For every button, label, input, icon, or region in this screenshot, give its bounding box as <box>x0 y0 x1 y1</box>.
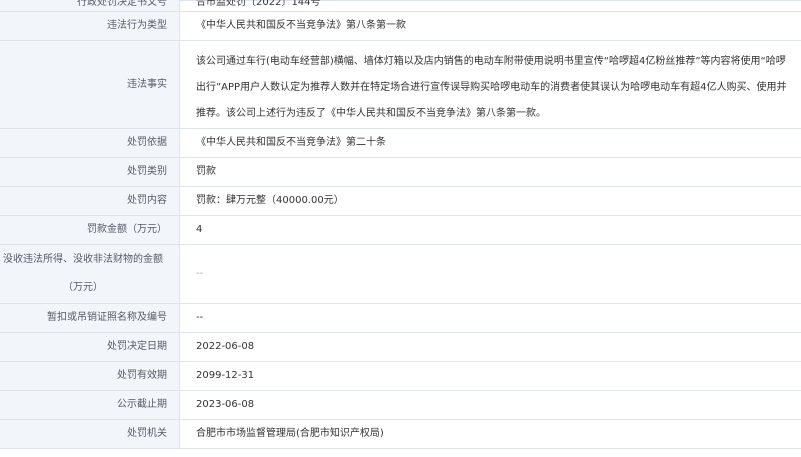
row-value: 该公司通过车行(电动车经营部)横幅、墙体灯箱以及店内销售的电动车附带使用说明书里… <box>196 56 787 119</box>
table-row: 罚款金额（万元） 4 <box>0 216 801 245</box>
row-label: 处罚类别 <box>0 158 180 186</box>
row-value: 合肥市市场监督管理局(合肥市知识产权局) <box>196 428 384 439</box>
table-row: 没收违法所得、没收非法财物的金额 （万元） -- <box>0 245 801 304</box>
row-label: 罚款金额（万元） <box>0 216 180 244</box>
table-row: 行政处罚决定书文号 合市监处罚〔2022〕144号 <box>0 0 801 12</box>
row-label: 违法事实 <box>0 41 180 128</box>
row-label: 处罚内容 <box>0 187 180 215</box>
row-value: 2022-06-08 <box>196 341 255 352</box>
row-label: 处罚有效期 <box>0 362 180 390</box>
penalty-info-table: 行政处罚决定书文号 合市监处罚〔2022〕144号 违法行为类型 《中华人民共和… <box>0 0 801 449</box>
row-value: 《中华人民共和国反不当竞争法》第二十条 <box>196 137 386 148</box>
table-row: 违法行为类型 《中华人民共和国反不当竞争法》第八条第一款 <box>0 12 801 41</box>
row-label: 没收违法所得、没收非法财物的金额 （万元） <box>0 245 180 303</box>
table-row: 处罚决定日期 2022-06-08 <box>0 333 801 362</box>
row-label: 处罚决定日期 <box>0 333 180 361</box>
row-value: -- <box>196 268 204 279</box>
row-label: 行政处罚决定书文号 <box>0 0 180 11</box>
table-row: 处罚依据 《中华人民共和国反不当竞争法》第二十条 <box>0 129 801 158</box>
table-row: 处罚内容 罚款：肆万元整（40000.00元） <box>0 187 801 216</box>
row-value: -- <box>196 312 204 323</box>
table-row: 违法事实 该公司通过车行(电动车经营部)横幅、墙体灯箱以及店内销售的电动车附带使… <box>0 41 801 129</box>
row-label-line: （万元） <box>63 282 103 293</box>
row-label: 处罚依据 <box>0 129 180 157</box>
row-value: 2099-12-31 <box>196 370 255 381</box>
table-row: 处罚机关 合肥市市场监督管理局(合肥市知识产权局) <box>0 420 801 449</box>
row-value: 罚款 <box>196 166 216 177</box>
table-row: 处罚有效期 2099-12-31 <box>0 362 801 391</box>
row-value: 罚款：肆万元整（40000.00元） <box>196 195 344 206</box>
row-value: 合市监处罚〔2022〕144号 <box>196 0 321 8</box>
row-label: 违法行为类型 <box>0 12 180 40</box>
row-value: 2023-06-08 <box>196 399 255 410</box>
table-row: 公示截止期 2023-06-08 <box>0 391 801 420</box>
table-row: 处罚类别 罚款 <box>0 158 801 187</box>
table-row: 暂扣或吊销证照名称及编号 -- <box>0 304 801 333</box>
row-label: 处罚机关 <box>0 420 180 448</box>
row-value: 《中华人民共和国反不当竞争法》第八条第一款 <box>196 20 406 31</box>
row-label: 公示截止期 <box>0 391 180 419</box>
row-value: 4 <box>196 224 203 235</box>
row-label: 暂扣或吊销证照名称及编号 <box>0 304 180 332</box>
row-label-line: 没收违法所得、没收非法财物的金额 <box>3 254 163 265</box>
